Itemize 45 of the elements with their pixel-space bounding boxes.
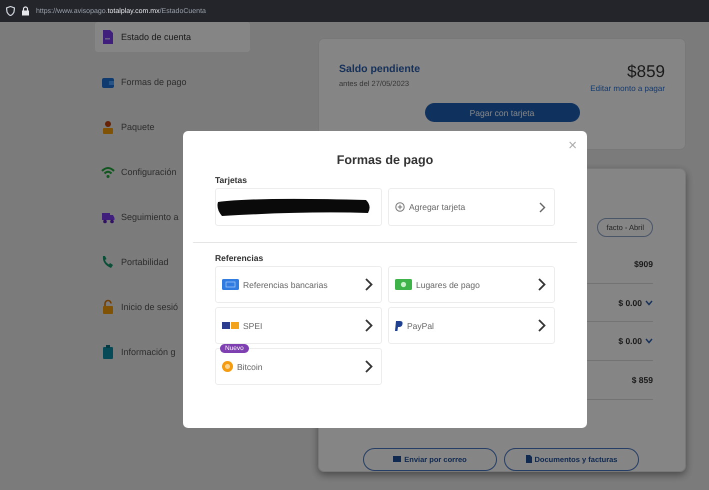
payment-option[interactable]: SPEI <box>215 307 382 344</box>
envelope-icon <box>393 456 402 462</box>
chevron-right-icon <box>539 202 546 212</box>
chevron-down-icon[interactable] <box>645 300 653 306</box>
chevron-right-icon <box>365 278 373 291</box>
package-icon <box>101 118 115 134</box>
clipboard-icon <box>101 344 115 360</box>
plus-circle-icon <box>395 202 405 212</box>
sidebar-item[interactable]: Paquete <box>95 104 250 149</box>
amount-value: $ 859 <box>632 375 653 386</box>
sidebar-item[interactable]: Formas de pago <box>95 59 250 104</box>
chevron-right-icon <box>365 319 373 332</box>
document-icon <box>101 29 115 45</box>
sidebar-item[interactable]: Estado de cuenta <box>95 22 250 52</box>
chevron-right-icon <box>538 319 546 332</box>
lock-icon <box>101 298 115 314</box>
chevron-right-icon <box>365 360 373 373</box>
payment-option[interactable]: Lugares de pago <box>388 266 555 303</box>
close-button[interactable]: × <box>564 135 581 156</box>
amount-value: $ 0.00 <box>618 298 642 308</box>
section-heading: Referencias <box>215 253 264 263</box>
amount-value: $ 0.00 <box>618 336 642 346</box>
chevron-right-icon <box>538 278 546 291</box>
pay-with-card-button[interactable]: Pagar con tarjeta <box>424 103 580 122</box>
shield-icon <box>6 6 15 16</box>
saved-card[interactable] <box>215 188 382 226</box>
chevron-down-icon[interactable] <box>645 338 653 344</box>
banknote-icon <box>395 279 412 290</box>
lock-icon <box>21 6 30 16</box>
bitcoin-coin-icon <box>222 361 233 372</box>
balance-amount: $859 <box>627 63 665 80</box>
add-card-option[interactable]: Agregar tarjeta <box>388 188 555 226</box>
phone-icon <box>101 254 115 270</box>
payment-option[interactable]: PayPal <box>388 307 555 344</box>
dialog-title: Formas de pago <box>336 153 434 167</box>
payment-option[interactable]: Referencias bancarias <box>215 266 382 303</box>
section-heading: Tarjetas <box>215 175 248 185</box>
document-icon <box>526 455 532 464</box>
spei-logo-icon <box>222 321 239 330</box>
edit-amount-link[interactable]: Editar monto a pagar <box>590 84 665 93</box>
amount-value: $909 <box>634 258 653 269</box>
bank-card-icon <box>222 279 239 290</box>
sidebar-item[interactable]: Seguimiento a <box>95 194 250 239</box>
balance-title: Saldo pendiente <box>339 63 420 75</box>
paypal-logo-icon <box>395 320 403 330</box>
